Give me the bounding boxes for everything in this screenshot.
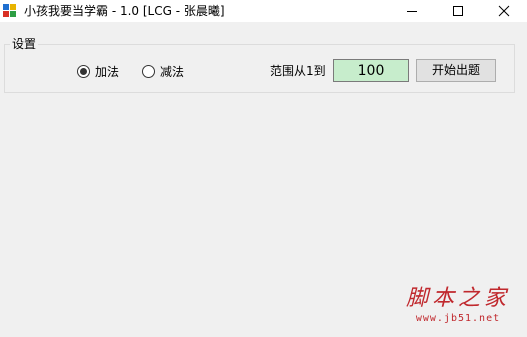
settings-group-title: 设置 bbox=[10, 36, 39, 52]
subtraction-radio-indicator[interactable] bbox=[142, 64, 155, 78]
close-button[interactable] bbox=[481, 0, 527, 22]
addition-radio[interactable]: 加法 bbox=[77, 63, 119, 79]
watermark: 脚本之家 www.jb51.net bbox=[398, 285, 518, 325]
addition-radio-indicator[interactable] bbox=[77, 64, 90, 78]
app-window: 小孩我要当学霸 - 1.0 [LCG - 张晨曦] 设置 加法 减法 范围从1到 bbox=[0, 0, 527, 337]
watermark-logo: 脚本之家 bbox=[405, 286, 510, 311]
app-icon[interactable] bbox=[3, 4, 17, 18]
subtraction-radio[interactable]: 减法 bbox=[142, 63, 184, 79]
range-max-input[interactable] bbox=[333, 59, 409, 82]
start-button[interactable]: 开始出题 bbox=[416, 59, 496, 82]
maximize-button[interactable] bbox=[435, 0, 481, 22]
minimize-icon bbox=[407, 11, 417, 12]
subtraction-radio-label[interactable]: 减法 bbox=[160, 63, 184, 80]
maximize-icon bbox=[453, 6, 463, 16]
title-bar[interactable]: 小孩我要当学霸 - 1.0 [LCG - 张晨曦] bbox=[0, 0, 527, 22]
addition-radio-label[interactable]: 加法 bbox=[95, 63, 119, 80]
range-label: 范围从1到 bbox=[270, 64, 326, 78]
watermark-url: www.jb51.net bbox=[415, 313, 501, 324]
close-icon bbox=[498, 5, 510, 17]
window-title: 小孩我要当学霸 - 1.0 [LCG - 张晨曦] bbox=[24, 4, 225, 18]
minimize-button[interactable] bbox=[389, 0, 435, 22]
